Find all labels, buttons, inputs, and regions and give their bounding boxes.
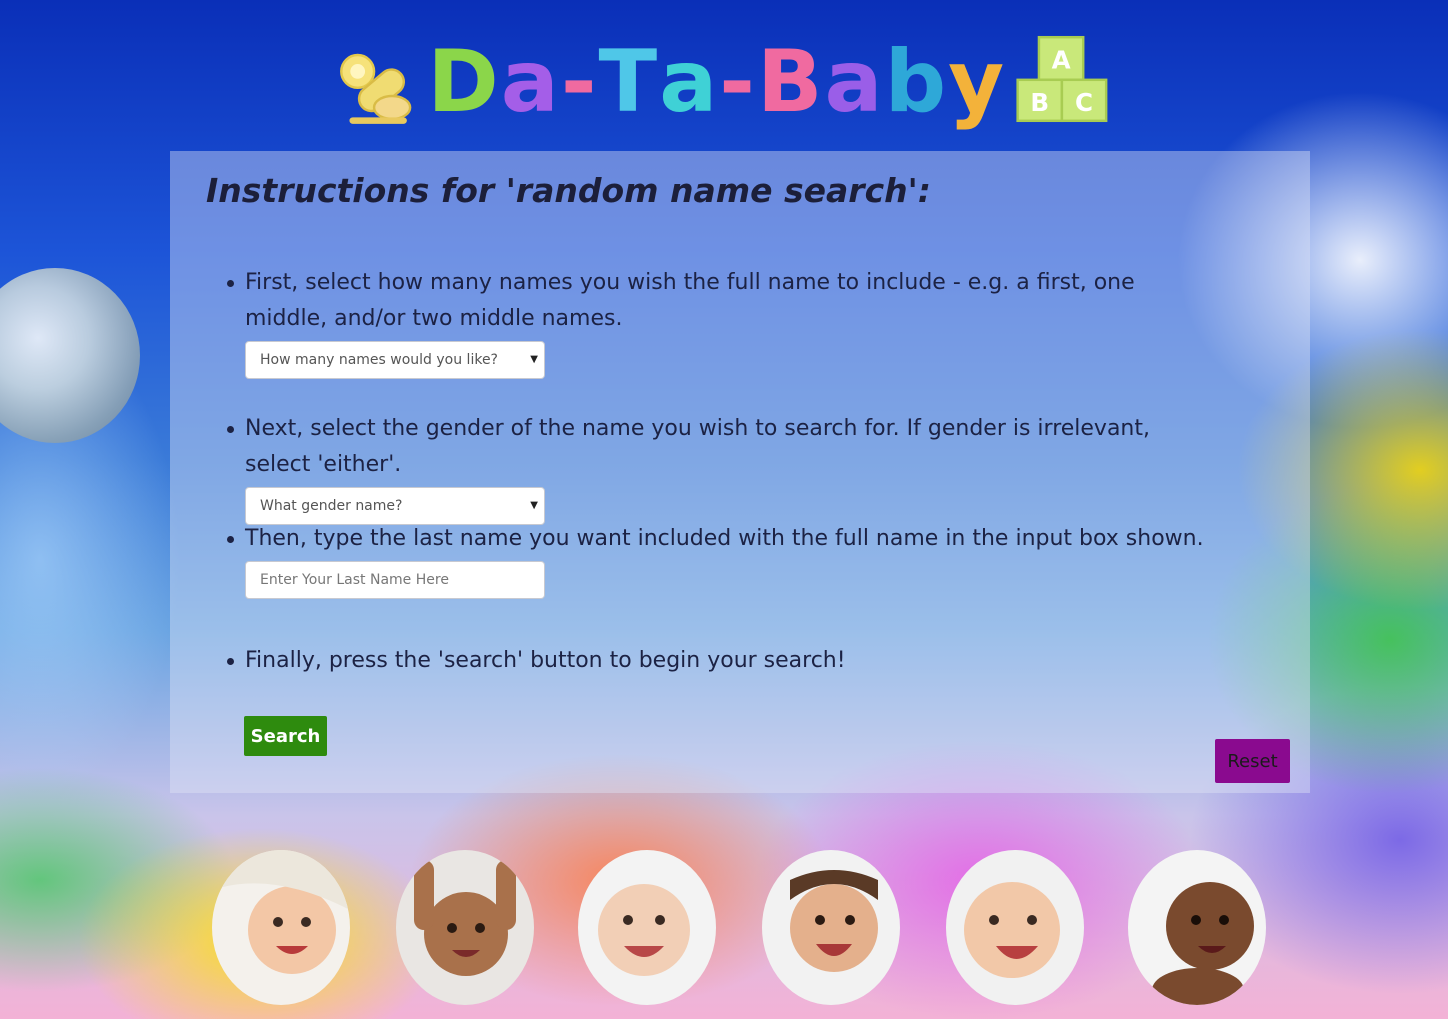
name-count-select[interactable]: How many names would you like? ▼ — [245, 341, 545, 379]
site-header: Da-Ta-Baby A B C — [0, 0, 1448, 150]
baby-photo — [946, 850, 1084, 1005]
pacifier-icon — [340, 53, 412, 124]
block-letter-b: B — [1031, 88, 1050, 117]
baby-photo — [762, 850, 900, 1005]
logo-letter: D — [427, 32, 501, 132]
chevron-down-icon: ▼ — [530, 500, 538, 511]
step-text: Next, select the gender of the name you … — [227, 411, 1215, 483]
block-letter-a: A — [1052, 45, 1071, 74]
baby-photo — [212, 850, 350, 1005]
logo-text: Da-Ta-Baby — [427, 32, 1006, 132]
planet-decoration — [0, 268, 140, 443]
logo-letter: T — [598, 32, 660, 132]
logo-letter: b — [884, 32, 949, 132]
search-button[interactable]: Search — [244, 716, 327, 756]
step-last-name: Then, type the last name you want includ… — [227, 521, 1215, 599]
logo-letter: y — [948, 32, 1007, 132]
logo-letter: a — [500, 32, 561, 132]
gender-select[interactable]: What gender name? ▼ — [245, 487, 545, 525]
last-name-input[interactable]: Enter Your Last Name Here — [245, 561, 545, 599]
step-search: Finally, press the 'search' button to be… — [227, 643, 1215, 679]
block-letter-c: C — [1075, 88, 1093, 117]
logo-letter: B — [756, 32, 825, 132]
logo-letter: a — [659, 32, 720, 132]
baby-photo — [578, 850, 716, 1005]
baby-photo — [1128, 850, 1266, 1005]
instructions-panel: Instructions for 'random name search': F… — [170, 151, 1310, 793]
name-count-select-value: How many names would you like? — [260, 352, 498, 368]
step-text: Finally, press the 'search' button to be… — [227, 643, 1215, 679]
baby-photo-row — [0, 850, 1448, 1010]
step-name-count: First, select how many names you wish th… — [227, 265, 1215, 379]
logo-letter: a — [824, 32, 885, 132]
instructions-title: Instructions for 'random name search': — [206, 171, 931, 210]
baby-photo — [396, 850, 534, 1005]
chevron-down-icon: ▼ — [530, 354, 538, 365]
reset-button[interactable]: Reset — [1215, 739, 1290, 783]
step-text: Then, type the last name you want includ… — [227, 521, 1215, 557]
step-gender: Next, select the gender of the name you … — [227, 411, 1215, 525]
step-text: First, select how many names you wish th… — [227, 265, 1215, 337]
gender-select-value: What gender name? — [260, 498, 403, 514]
abc-blocks-icon: A B C — [1016, 35, 1108, 123]
site-logo[interactable]: Da-Ta-Baby A B C — [338, 26, 1108, 132]
logo-letter: - — [719, 32, 757, 132]
logo-letter: - — [560, 32, 599, 132]
last-name-input-placeholder: Enter Your Last Name Here — [260, 572, 449, 588]
